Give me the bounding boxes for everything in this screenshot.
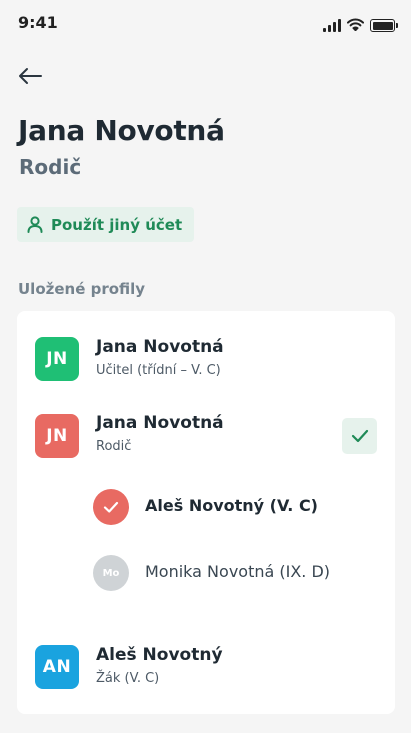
profile-item-parent[interactable]: JN Jana Novotná Rodič	[17, 399, 395, 463]
profile-name: Jana Novotná	[96, 337, 224, 357]
profile-role: Rodič	[96, 439, 132, 454]
child-avatar: Mo	[93, 555, 129, 591]
status-bar: 9:41	[0, 0, 411, 48]
check-icon	[351, 429, 368, 443]
child-item-monika[interactable]: Mo Monika Novotná (IX. D)	[77, 549, 377, 593]
child-item-ales[interactable]: Aleš Novotný (V. C)	[77, 483, 377, 527]
signal-icon	[323, 19, 341, 32]
page-title: Jana Novotná	[18, 114, 225, 147]
profile-item-student[interactable]: AN Aleš Novotný Žák (V. C)	[17, 631, 395, 695]
back-button[interactable]	[14, 60, 46, 92]
page-subtitle: Rodič	[19, 155, 82, 179]
arrow-left-icon	[19, 68, 42, 84]
child-selected-badge	[93, 489, 129, 525]
status-time: 9:41	[18, 13, 58, 32]
profile-role: Učitel (třídní – V. C)	[96, 363, 221, 378]
child-name: Aleš Novotný (V. C)	[145, 496, 318, 515]
selected-indicator[interactable]	[342, 418, 377, 454]
user-icon	[27, 216, 43, 233]
battery-icon	[370, 19, 398, 32]
check-icon	[103, 501, 119, 513]
wifi-icon	[347, 16, 364, 35]
status-icons	[323, 16, 398, 35]
profile-name: Aleš Novotný	[96, 645, 223, 665]
profile-name: Jana Novotná	[96, 413, 224, 433]
avatar: AN	[35, 645, 79, 689]
saved-profiles-list: JN Jana Novotná Učitel (třídní – V. C) J…	[17, 311, 395, 714]
switch-account-label: Použít jiný účet	[51, 215, 183, 234]
profile-switch-screen: 9:41 Jana Novotná Rodič Použít jiný účet…	[0, 0, 411, 733]
avatar: JN	[35, 414, 79, 458]
saved-profiles-title: Uložené profily	[18, 280, 146, 298]
profile-role: Žák (V. C)	[96, 671, 160, 686]
profile-item-teacher[interactable]: JN Jana Novotná Učitel (třídní – V. C)	[17, 323, 395, 387]
switch-account-button[interactable]: Použít jiný účet	[17, 207, 195, 242]
child-initials: Mo	[102, 567, 120, 579]
child-name: Monika Novotná (IX. D)	[145, 562, 331, 581]
avatar: JN	[35, 337, 79, 381]
